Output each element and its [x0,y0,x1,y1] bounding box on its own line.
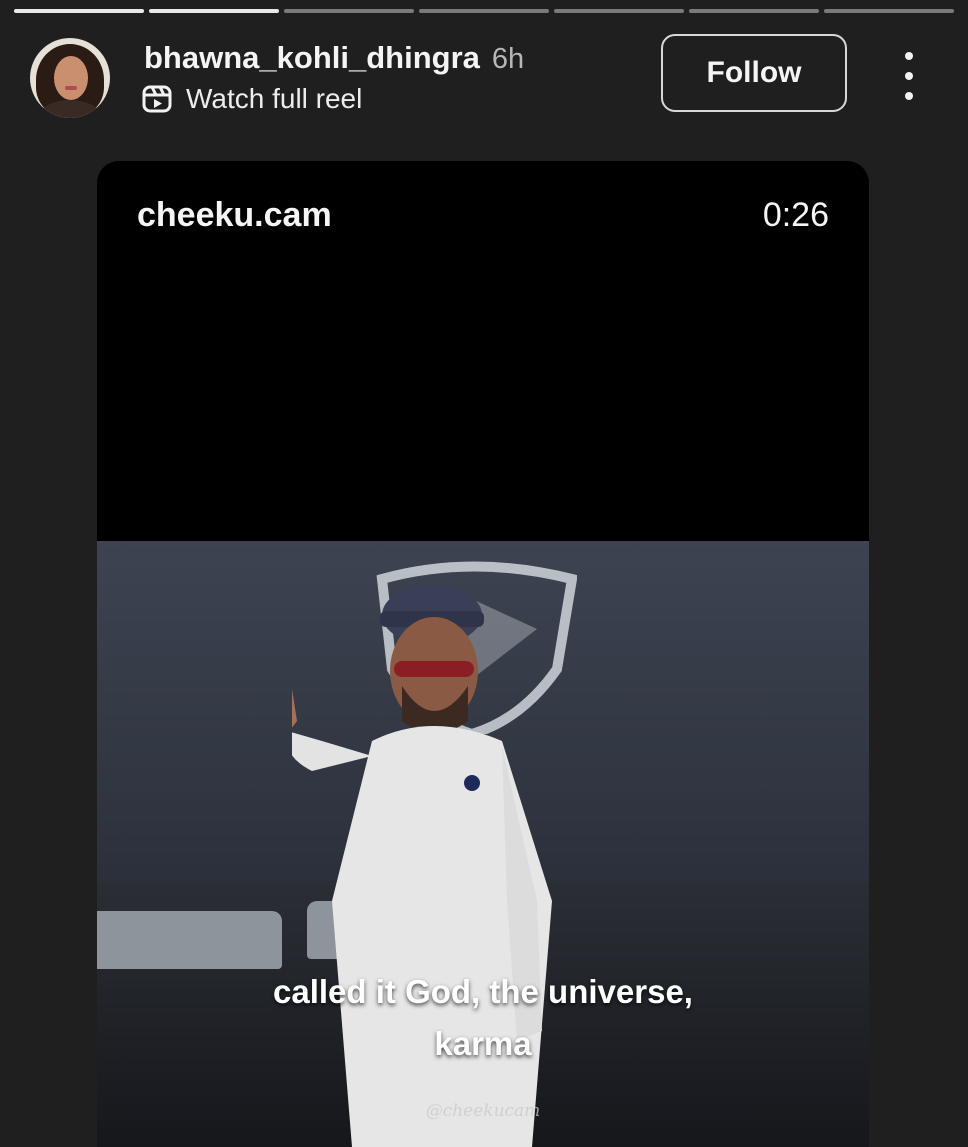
username-link[interactable]: bhawna_kohli_dhingra [144,40,480,76]
reel-caption: called it God, the universe, karma [97,966,869,1070]
story-segment [419,9,549,13]
avatar[interactable] [30,38,110,118]
reel-channel-name: cheeku.cam [137,196,332,234]
user-line: bhawna_kohli_dhingra 6h [144,40,524,76]
story-segment [689,9,819,13]
more-options-icon[interactable] [896,52,922,100]
story-segment [554,9,684,13]
follow-button[interactable]: Follow [661,34,847,112]
story-segment [284,9,414,13]
story-header: bhawna_kohli_dhingra 6h Watch full reel … [0,34,968,124]
story-segment [14,9,144,13]
story-segment [149,9,279,13]
story-progress-bar [14,9,954,13]
story-segment [824,9,954,13]
caption-line-1: called it God, the universe, [273,973,693,1010]
reel-video-frame[interactable]: called it God, the universe, karma @chee… [97,541,869,1147]
caption-line-2: karma [434,1025,532,1062]
time-ago: 6h [491,43,525,75]
reel-watermark: @cheekucam [425,1101,541,1121]
reels-icon [142,85,172,113]
watch-full-reel-link[interactable]: Watch full reel [140,82,362,116]
reel-duration: 0:26 [762,196,829,234]
watch-full-reel-label: Watch full reel [186,83,363,114]
reel-card[interactable]: cheeku.cam 0:26 called it God, the unive… [97,161,869,1147]
